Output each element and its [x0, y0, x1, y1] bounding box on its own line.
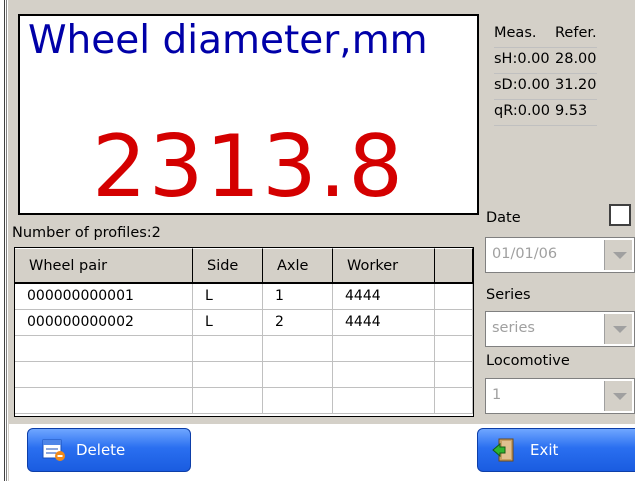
left-frame	[0, 0, 8, 481]
cell-extra	[435, 284, 473, 309]
table-row-empty	[15, 388, 473, 414]
table-row[interactable]: 000000000002 L 2 4444	[15, 310, 473, 336]
exit-button[interactable]: Exit	[477, 428, 635, 472]
bottom-toolbar: Delete Exit	[9, 424, 635, 481]
measurement-row: qR:0.00 9.53	[494, 100, 597, 126]
empty-cell	[263, 336, 333, 361]
locomotive-value: 1	[492, 387, 502, 403]
empty-cell	[435, 336, 473, 361]
table-row[interactable]: 000000000001 L 1 4444	[15, 284, 473, 310]
empty-cell	[333, 336, 435, 361]
column-header-side[interactable]: Side	[193, 248, 263, 282]
cell-side: L	[193, 310, 263, 335]
meas-value: sD:0.00	[494, 77, 550, 93]
cell-side: L	[193, 284, 263, 309]
series-value: series	[492, 320, 535, 336]
chevron-down-icon[interactable]	[604, 240, 632, 270]
empty-cell	[333, 388, 435, 413]
cell-wheel-pair: 000000000001	[15, 284, 193, 309]
date-select[interactable]: 01/01/06	[485, 237, 635, 273]
empty-cell	[15, 362, 193, 387]
column-header-extra[interactable]	[435, 248, 473, 282]
column-header-wheel-pair[interactable]: Wheel pair	[15, 248, 193, 282]
empty-cell	[193, 388, 263, 413]
measurement-row: sD:0.00 31.20	[494, 74, 597, 100]
cell-axle: 2	[263, 310, 333, 335]
series-label: Series	[486, 287, 531, 303]
date-value: 01/01/06	[492, 246, 558, 262]
refer-value: 9.53	[555, 103, 588, 119]
exit-button-label: Exit	[530, 441, 559, 459]
empty-cell	[15, 336, 193, 361]
cell-wheel-pair: 000000000002	[15, 310, 193, 335]
table-row-empty	[15, 336, 473, 362]
refer-value: 31.20	[555, 77, 597, 93]
cell-worker: 4444	[333, 310, 435, 335]
chevron-down-icon[interactable]	[604, 314, 632, 344]
column-header-worker[interactable]: Worker	[333, 248, 435, 282]
empty-cell	[193, 336, 263, 361]
measurement-row: sH:0.00 28.00	[494, 48, 597, 74]
measurements-panel: Meas. Refer. sH:0.00 28.00 sD:0.00 31.20…	[494, 22, 597, 126]
empty-cell	[435, 388, 473, 413]
app-window: Wheel diameter,mm 2313.8 Meas. Refer. sH…	[0, 0, 635, 481]
exit-door-icon	[492, 438, 514, 462]
empty-cell	[333, 362, 435, 387]
chevron-down-icon[interactable]	[604, 381, 632, 411]
meas-value: qR:0.00	[494, 103, 551, 119]
empty-cell	[263, 388, 333, 413]
measurements-header: Meas. Refer.	[494, 22, 597, 48]
column-header-axle[interactable]: Axle	[263, 248, 333, 282]
delete-button[interactable]: Delete	[27, 428, 191, 472]
locomotive-label: Locomotive	[486, 353, 570, 369]
table-header: Wheel pair Side Axle Worker	[15, 248, 473, 284]
date-checkbox[interactable]	[609, 204, 631, 226]
diameter-display-panel: Wheel diameter,mm 2313.8	[18, 14, 479, 215]
delete-icon	[42, 439, 65, 461]
profiles-count-label: Number of profiles:2	[12, 225, 161, 241]
table-row-empty	[15, 362, 473, 388]
cell-axle: 1	[263, 284, 333, 309]
empty-cell	[435, 362, 473, 387]
cell-extra	[435, 310, 473, 335]
display-value: 2313.8	[92, 117, 405, 217]
refer-value: 28.00	[555, 51, 597, 67]
series-select[interactable]: series	[485, 311, 635, 347]
profiles-table[interactable]: Wheel pair Side Axle Worker 000000000001…	[14, 247, 474, 417]
meas-value: sH:0.00	[494, 51, 550, 67]
empty-cell	[15, 388, 193, 413]
meas-header: Meas.	[494, 25, 537, 41]
empty-cell	[263, 362, 333, 387]
empty-cell	[193, 362, 263, 387]
locomotive-select[interactable]: 1	[485, 378, 635, 414]
cell-worker: 4444	[333, 284, 435, 309]
refer-header: Refer.	[555, 25, 597, 41]
date-label: Date	[486, 210, 521, 226]
delete-button-label: Delete	[76, 441, 126, 459]
display-title: Wheel diameter,mm	[28, 18, 428, 63]
